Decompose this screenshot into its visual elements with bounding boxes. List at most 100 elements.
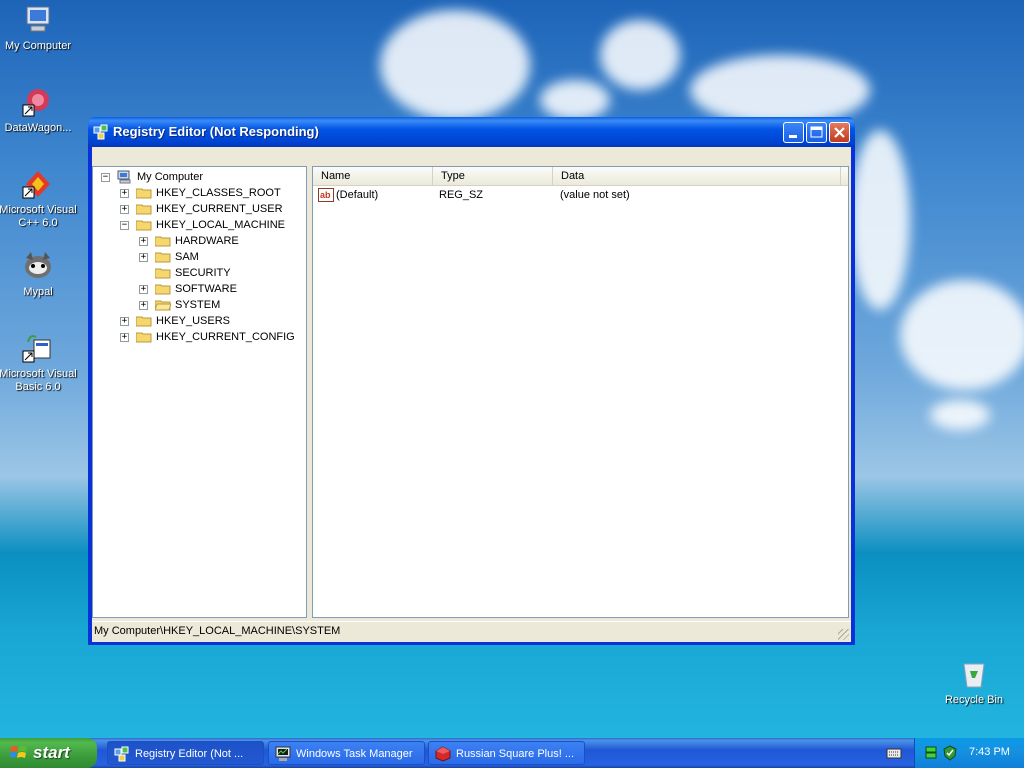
value-name: (Default) (336, 189, 379, 201)
list-item[interactable]: ab (Default) REG_SZ (value not set) (313, 187, 848, 203)
computer-icon (117, 170, 131, 184)
close-button[interactable] (829, 122, 850, 143)
taskbar: start Registry Editor (Not ... Windows T… (0, 738, 1024, 768)
tree-node-label: HKEY_LOCAL_MACHINE (156, 219, 285, 231)
tree-expander[interactable]: + (120, 333, 129, 342)
folder-icon (136, 332, 152, 343)
value-type: REG_SZ (439, 189, 484, 201)
windows-logo-icon (10, 746, 27, 758)
tree-expander[interactable]: + (139, 253, 148, 262)
string-value-icon: ab (318, 188, 334, 202)
desktop-icon-label: Recycle Bin (944, 694, 1004, 706)
tree-node-software[interactable]: + SOFTWARE (139, 281, 299, 297)
tree-expander[interactable]: + (120, 205, 129, 214)
taskbar-item-label: Windows Task Manager (296, 748, 413, 760)
tree-node-hkey-local-machine[interactable]: − HKEY_LOCAL_MACHINE (120, 217, 300, 233)
taskbar-item-registry-editor[interactable]: Registry Editor (Not ... (107, 741, 264, 765)
tree-node-hkey-classes-root[interactable]: + HKEY_CLASSES_ROOT (120, 185, 300, 201)
security-shield-icon[interactable] (942, 745, 958, 761)
tree-node-label: HARDWARE (175, 235, 239, 247)
visual-cpp-icon (22, 168, 54, 200)
registry-editor-icon (93, 124, 109, 140)
tree-expander[interactable]: + (120, 189, 129, 198)
maximize-icon (810, 126, 823, 138)
maximize-button[interactable] (806, 122, 827, 143)
window-client-area: − My Computer + HKEY_CLASSES_ROOT + HKEY… (92, 147, 851, 642)
column-header-name[interactable]: Name (313, 167, 433, 185)
tree-node-security[interactable]: SECURITY (139, 265, 299, 281)
folder-icon (155, 236, 171, 247)
wallpaper-cloud (540, 80, 610, 120)
tree-node-label: SOFTWARE (175, 283, 237, 295)
taskbar-item-task-manager[interactable]: Windows Task Manager (268, 741, 425, 765)
tree-expander[interactable]: − (120, 221, 129, 230)
window-titlebar[interactable]: Registry Editor (Not Responding) (88, 117, 855, 147)
folder-icon (155, 284, 171, 295)
tree-expander[interactable]: − (101, 173, 110, 182)
column-header-type[interactable]: Type (433, 167, 553, 185)
wallpaper-cloud (900, 280, 1024, 390)
tree-node-label: SAM (175, 251, 199, 263)
values-list-pane[interactable]: Name Type Data ab (Default) REG_SZ (valu… (312, 166, 849, 618)
taskbar-item-label: Registry Editor (Not ... (135, 748, 244, 760)
minimize-icon (789, 135, 797, 138)
taskbar-item-russian-square[interactable]: Russian Square Plus! ... (428, 741, 585, 765)
desktop-icon-label: Mypal (23, 286, 53, 298)
system-tray: 7:43 PM (914, 738, 1024, 768)
tree-node-label: HKEY_USERS (156, 315, 230, 327)
tree-expander[interactable]: + (139, 301, 148, 310)
desktop-icon-datawagon[interactable]: DataWagon... (0, 86, 80, 135)
status-bar: My Computer\HKEY_LOCAL_MACHINE\SYSTEM (92, 621, 851, 642)
network-icon[interactable] (925, 746, 937, 760)
desktop-icon-label: My Computer (4, 40, 72, 52)
tree-node-hkey-users[interactable]: + HKEY_USERS (120, 313, 300, 329)
desktop-icon-label: DataWagon... (4, 122, 72, 134)
resize-grip[interactable] (838, 629, 849, 640)
folder-icon (136, 316, 152, 327)
open-folder-icon (136, 220, 152, 231)
desktop-icon-recycle-bin[interactable]: Recycle Bin (932, 658, 1016, 707)
tree-node-label: HKEY_CLASSES_ROOT (156, 187, 281, 199)
column-header-data[interactable]: Data (553, 167, 841, 185)
list-header: Name Type Data (313, 167, 848, 186)
folder-icon (136, 204, 152, 215)
desktop-icon-visual-basic[interactable]: Microsoft Visual Basic 6.0 (0, 332, 80, 394)
taskbar-item-label: Russian Square Plus! ... (456, 748, 575, 760)
tree-expander[interactable]: + (139, 237, 148, 246)
tree-expander[interactable]: + (139, 285, 148, 294)
desktop-icon-mypal[interactable]: Mypal (0, 250, 80, 299)
wallpaper-cloud (930, 400, 990, 430)
registry-editor-window[interactable]: Registry Editor (Not Responding) − My Co… (88, 117, 855, 645)
folder-icon (136, 188, 152, 199)
tree-node-hardware[interactable]: + HARDWARE (139, 233, 299, 249)
datawagon-icon (22, 86, 54, 118)
tree-node-label: HKEY_CURRENT_CONFIG (156, 331, 295, 343)
svg-text:ab: ab (320, 190, 331, 200)
wallpaper-cloud (600, 20, 680, 90)
desktop-icon-my-computer[interactable]: My Computer (0, 4, 80, 53)
window-title: Registry Editor (Not Responding) (113, 124, 319, 139)
tree-node-my-computer[interactable]: − My Computer (101, 169, 301, 185)
desktop-icon-label: Microsoft Visual Basic 6.0 (0, 368, 77, 393)
close-icon (834, 127, 845, 138)
recycle-bin-icon (958, 658, 990, 690)
visual-basic-icon (22, 332, 54, 364)
desktop-icon-visual-cpp[interactable]: Microsoft Visual C++ 6.0 (0, 168, 80, 230)
menu-bar (92, 147, 851, 165)
minimize-button[interactable] (783, 122, 804, 143)
wallpaper-cloud (380, 10, 530, 120)
tree-node-label: SYSTEM (175, 299, 221, 311)
start-label: start (33, 743, 70, 762)
key-tree-pane[interactable]: − My Computer + HKEY_CLASSES_ROOT + HKEY… (92, 166, 307, 618)
tree-node-hkey-current-config[interactable]: + HKEY_CURRENT_CONFIG (120, 329, 300, 345)
tree-node-sam[interactable]: + SAM (139, 249, 299, 265)
russian-square-icon (435, 746, 451, 762)
tree-node-hkey-current-user[interactable]: + HKEY_CURRENT_USER (120, 201, 300, 217)
tree-node-label: My Computer (137, 171, 204, 183)
desktop-icon-label: Microsoft Visual C++ 6.0 (0, 204, 77, 229)
keyboard-icon[interactable] (886, 746, 902, 760)
start-button[interactable]: start (0, 738, 97, 768)
tree-node-system[interactable]: + SYSTEM (139, 297, 299, 313)
tree-expander[interactable]: + (120, 317, 129, 326)
wallpaper-cloud (690, 55, 870, 125)
